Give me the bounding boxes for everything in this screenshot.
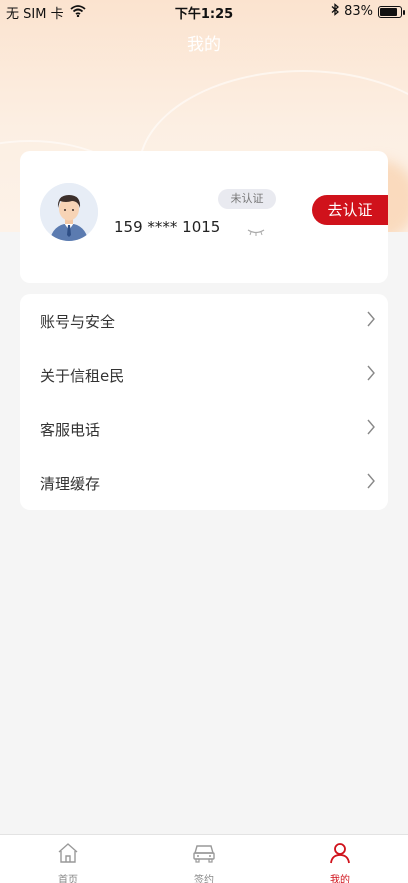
chevron-right-icon	[366, 311, 376, 331]
status-badge: 未认证	[218, 189, 276, 209]
tab-label: 签约	[194, 875, 214, 883]
car-icon	[192, 842, 216, 867]
eye-closed-icon[interactable]	[246, 221, 266, 240]
status-bar: 无 SIM 卡 下午1:25 83%	[0, 0, 408, 22]
tab-label: 我的	[330, 875, 350, 883]
avatar[interactable]	[40, 183, 98, 241]
tab-bar: 首页 签约 我的	[0, 834, 408, 883]
tab-mine[interactable]: 我的	[272, 835, 408, 883]
menu-item-account-security[interactable]: 账号与安全	[20, 294, 388, 348]
chevron-right-icon	[366, 473, 376, 493]
menu-list: 账号与安全 关于信租e民 客服电话 清理缓存	[20, 294, 388, 510]
verify-button[interactable]: 去认证	[312, 195, 388, 225]
menu-item-label: 账号与安全	[40, 312, 116, 331]
menu-item-about[interactable]: 关于信租e民	[20, 348, 388, 402]
menu-item-clear-cache[interactable]: 清理缓存	[20, 456, 388, 510]
page-title: 我的	[187, 35, 221, 55]
battery-icon	[378, 5, 405, 18]
menu-item-customer-service[interactable]: 客服电话	[20, 402, 388, 456]
tab-label: 首页	[58, 875, 78, 883]
profile-card: 159 **** 1015 未认证 去认证	[20, 151, 388, 283]
phone-number: 159 **** 1015	[114, 218, 221, 236]
chevron-right-icon	[366, 365, 376, 385]
chevron-right-icon	[366, 419, 376, 439]
menu-item-label: 关于信租e民	[40, 366, 125, 385]
menu-item-label: 客服电话	[40, 420, 101, 439]
bluetooth-icon	[331, 3, 340, 20]
tab-sign[interactable]: 签约	[136, 835, 272, 883]
home-icon	[57, 842, 79, 867]
tab-home[interactable]: 首页	[0, 835, 136, 883]
menu-item-label: 清理缓存	[40, 474, 101, 493]
battery-percentage: 83%	[344, 4, 373, 19]
person-icon	[329, 842, 351, 867]
